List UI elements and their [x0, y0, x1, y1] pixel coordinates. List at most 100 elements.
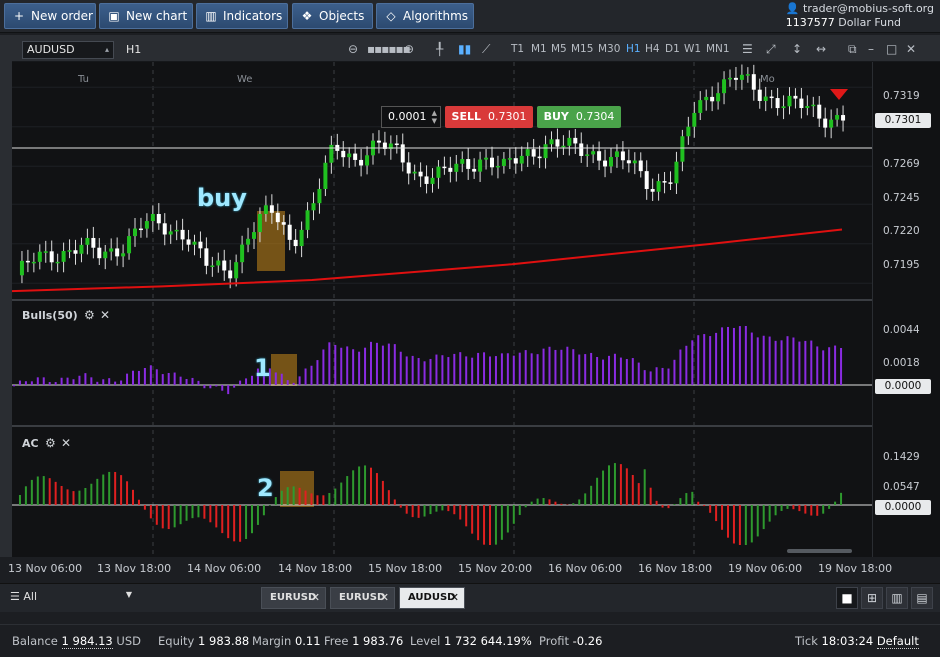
- candle-chart-type-icon[interactable]: ▮▮: [458, 42, 471, 56]
- tab-audusd[interactable]: AUDUSD ✕: [399, 587, 465, 609]
- indicators-button[interactable]: ▥ Indicators: [196, 3, 288, 29]
- ac-remove-icon[interactable]: ✕: [61, 436, 71, 450]
- zoom-out-icon[interactable]: ⊖: [348, 42, 358, 56]
- expand-vertical-icon[interactable]: ↕: [792, 42, 802, 56]
- tf-m30[interactable]: M30: [598, 43, 620, 55]
- maximize-icon[interactable]: □: [886, 42, 897, 56]
- candle-body: [531, 149, 536, 157]
- candle-body: [472, 168, 477, 172]
- minimize-icon[interactable]: –: [868, 42, 874, 56]
- candle-body: [144, 221, 149, 229]
- candle-body: [287, 224, 292, 240]
- tf-m5[interactable]: M5: [551, 43, 567, 55]
- time-tick: 16 Nov 18:00: [638, 562, 713, 575]
- candle-body: [246, 238, 251, 245]
- close-tab-icon[interactable]: ✕: [380, 588, 389, 608]
- layout-rows-icon[interactable]: ▤: [911, 587, 933, 609]
- tf-w1[interactable]: W1: [684, 43, 701, 55]
- candle-body: [490, 157, 494, 168]
- level-value: 1 732 644.19%: [444, 634, 532, 648]
- expand-horizontal-icon[interactable]: ↔: [816, 42, 826, 56]
- tf-h4[interactable]: H4: [645, 43, 660, 55]
- candle-body: [763, 96, 768, 101]
- quantity-input[interactable]: 0.0001 ▲ ▼: [381, 106, 441, 128]
- candle-body: [359, 159, 364, 166]
- filter-value: All: [23, 590, 38, 603]
- bulls-tick: 0.0044: [883, 324, 920, 336]
- popout-icon[interactable]: ⧉: [848, 42, 857, 57]
- tf-h1[interactable]: H1: [626, 43, 641, 55]
- candle-body: [656, 181, 661, 192]
- new-order-button[interactable]: + New order: [4, 3, 96, 29]
- new-chart-button[interactable]: ▣ New chart: [99, 3, 193, 29]
- candle-body: [805, 105, 810, 109]
- bulls-remove-icon[interactable]: ✕: [100, 308, 110, 322]
- algorithms-button[interactable]: ◇ Algorithms: [376, 3, 474, 29]
- candle-body: [597, 151, 602, 161]
- tab-label: AUDUSD: [408, 592, 456, 603]
- candle-body: [674, 161, 679, 184]
- time-tick: 15 Nov 18:00: [368, 562, 443, 575]
- price-axis[interactable]: 0.7319 0.7301 0.7269 0.7245 0.7220 0.719…: [872, 62, 940, 557]
- objects-button[interactable]: ❖ Objects: [292, 3, 373, 29]
- level-status: Level 1 732 644.19%: [410, 634, 532, 648]
- ac-settings-icon[interactable]: ⚙: [45, 436, 56, 450]
- candle-body: [710, 96, 715, 102]
- tf-mn1[interactable]: MN1: [706, 43, 730, 55]
- sell-button[interactable]: SELL 0.7301: [445, 106, 533, 128]
- candle-body: [180, 229, 185, 240]
- tf-t1[interactable]: T1: [511, 43, 524, 55]
- timeframe-label: H1: [126, 43, 142, 56]
- line-chart-type-icon[interactable]: ⟋: [482, 42, 490, 57]
- tick-source-link[interactable]: Default: [876, 634, 919, 649]
- tf-m15[interactable]: M15: [571, 43, 593, 55]
- close-tab-icon[interactable]: ✕: [311, 588, 320, 608]
- candle-body: [138, 228, 143, 231]
- close-tab-icon[interactable]: ✕: [450, 588, 459, 608]
- algorithms-label: Algorithms: [403, 9, 469, 23]
- candle-body: [311, 203, 316, 211]
- buy-button[interactable]: BUY 0.7304: [537, 106, 621, 128]
- filter-select[interactable]: ☰ All ▼: [10, 590, 132, 603]
- stepper-arrows-icon[interactable]: ▲ ▼: [432, 109, 437, 125]
- candle-body: [662, 181, 667, 183]
- buy-price: 0.7304: [575, 110, 615, 123]
- bar-chart-type-icon[interactable]: ╀: [436, 42, 443, 56]
- bulls-zero-tag: 0.0000: [875, 379, 931, 394]
- layout-columns-icon[interactable]: ▥: [886, 587, 908, 609]
- bulls-settings-icon[interactable]: ⚙: [84, 308, 95, 322]
- time-tick: 16 Nov 06:00: [548, 562, 623, 575]
- layout-single-icon[interactable]: ■: [836, 587, 858, 609]
- tf-m1[interactable]: M1: [531, 43, 547, 55]
- symbol-select[interactable]: AUDUSD ▴▾: [22, 41, 114, 70]
- level-label: Level: [410, 634, 441, 648]
- tick-status: Tick 18:03:24 Default: [795, 634, 919, 649]
- margin-value: 0.11: [294, 634, 321, 648]
- expand-diagonal-icon[interactable]: ⤢: [766, 42, 776, 57]
- tab-eurusd-2[interactable]: EURUSD ✕: [330, 587, 395, 609]
- candle-body: [460, 159, 465, 164]
- time-axis[interactable]: 13 Nov 06:00 13 Nov 18:00 14 Nov 06:00 1…: [0, 557, 940, 580]
- chart-plot-area[interactable]: Tu We Mo buy 1 2 Bulls(50) ⚙ ✕ AC ⚙ ✕: [12, 62, 872, 557]
- candle-body: [436, 166, 441, 178]
- account-info[interactable]: 👤 trader@mobius-soft.org 1137577 Dollar …: [786, 2, 934, 30]
- candle-body: [484, 157, 489, 160]
- candle-body: [507, 158, 512, 160]
- candle-body: [686, 126, 691, 137]
- candle-body: [115, 248, 120, 257]
- candle-body: [716, 93, 721, 102]
- close-icon[interactable]: ✕: [906, 42, 916, 56]
- layout-grid-icon[interactable]: ⊞: [861, 587, 883, 609]
- tf-d1[interactable]: D1: [665, 43, 680, 55]
- candle-body: [263, 205, 268, 214]
- chart-header: AUDUSD ▴▾ H1 ⊖ ▪▪▪▪▪▪ ⊕ ╀ ▮▮ ⟋ T1 M1 M5 …: [12, 38, 940, 70]
- candle-body: [454, 163, 459, 172]
- zoom-in-icon[interactable]: ⊕: [404, 42, 414, 56]
- top-toolbar: + New order ▣ New chart ▥ Indicators ❖ O…: [0, 0, 940, 33]
- time-tick: 19 Nov 18:00: [818, 562, 893, 575]
- profit-value: -0.26: [572, 634, 603, 648]
- menu-icon[interactable]: ☰: [742, 42, 753, 56]
- candle-body: [722, 79, 727, 94]
- tab-eurusd-1[interactable]: EURUSD ✕: [261, 587, 326, 609]
- time-tick: 13 Nov 18:00: [97, 562, 172, 575]
